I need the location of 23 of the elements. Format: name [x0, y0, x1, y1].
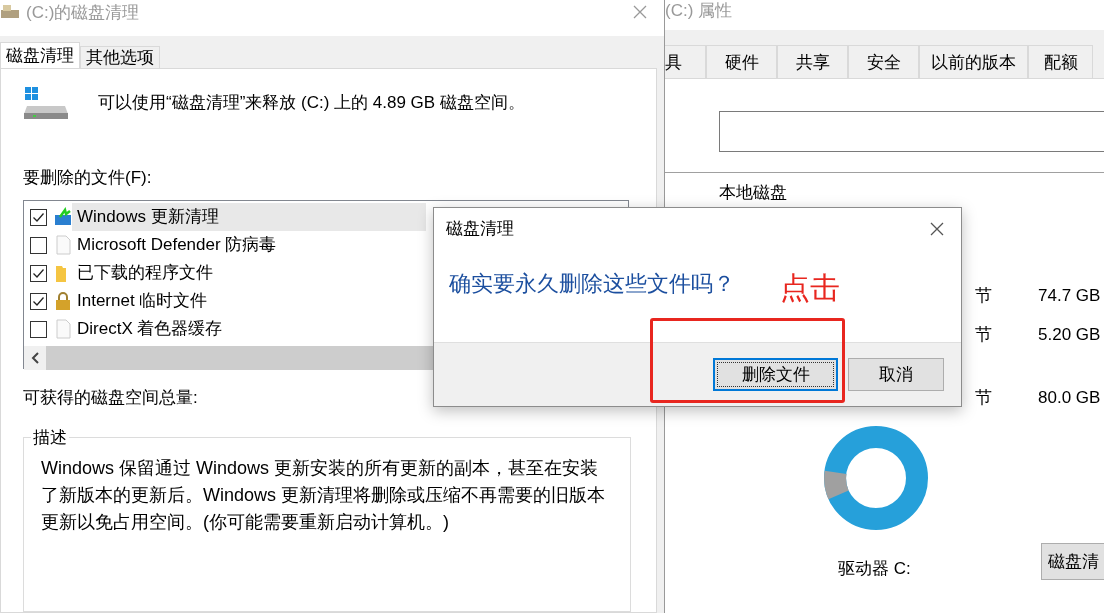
drive-type-label: 本地磁盘 [719, 183, 787, 203]
description-text: Windows 保留通过 Windows 更新安装的所有更新的副本，甚至在安装了新版本的更新后。Windows 更新清理将删除或压缩不再需要的旧版本更新以免占用空间。(你可能需要重新启动计算机。) [41, 457, 607, 534]
dialog-title: 磁盘清理 [446, 219, 514, 239]
size-unit-label: 节 [975, 324, 993, 346]
size-value: 5.20 GB [1038, 324, 1101, 345]
annotation-text: 点击 [780, 270, 840, 306]
confirm-message: 确实要永久删除这些文件吗？ [449, 270, 735, 298]
drive-label: 驱动器 C: [838, 558, 911, 580]
file-name: 已下载的程序文件 [76, 262, 214, 284]
size-value: 74.7 GB [1038, 285, 1101, 306]
group-title: 描述 [32, 427, 68, 449]
size-unit-label: 节 [975, 387, 993, 409]
size-unit-label: 节 [975, 285, 993, 307]
window-title: (C:)的磁盘清理 [26, 1, 140, 24]
file-name: Internet 临时文件 [76, 290, 209, 312]
file-name: Microsoft Defender 防病毒 [76, 234, 278, 256]
file-name: Windows 更新清理 [72, 203, 426, 231]
file-name: DirectX 着色器缓存 [76, 318, 224, 340]
total-space-label: 可获得的磁盘空间总量: [23, 388, 199, 408]
section-label: 要删除的文件(F): [23, 168, 153, 188]
summary-text: 可以使用“磁盘清理”来释放 (C:) 上的 4.89 GB 磁盘空间。 [98, 93, 525, 113]
size-value: 80.0 GB [1038, 387, 1101, 408]
window-title: (C:) 属性 [665, 0, 733, 22]
